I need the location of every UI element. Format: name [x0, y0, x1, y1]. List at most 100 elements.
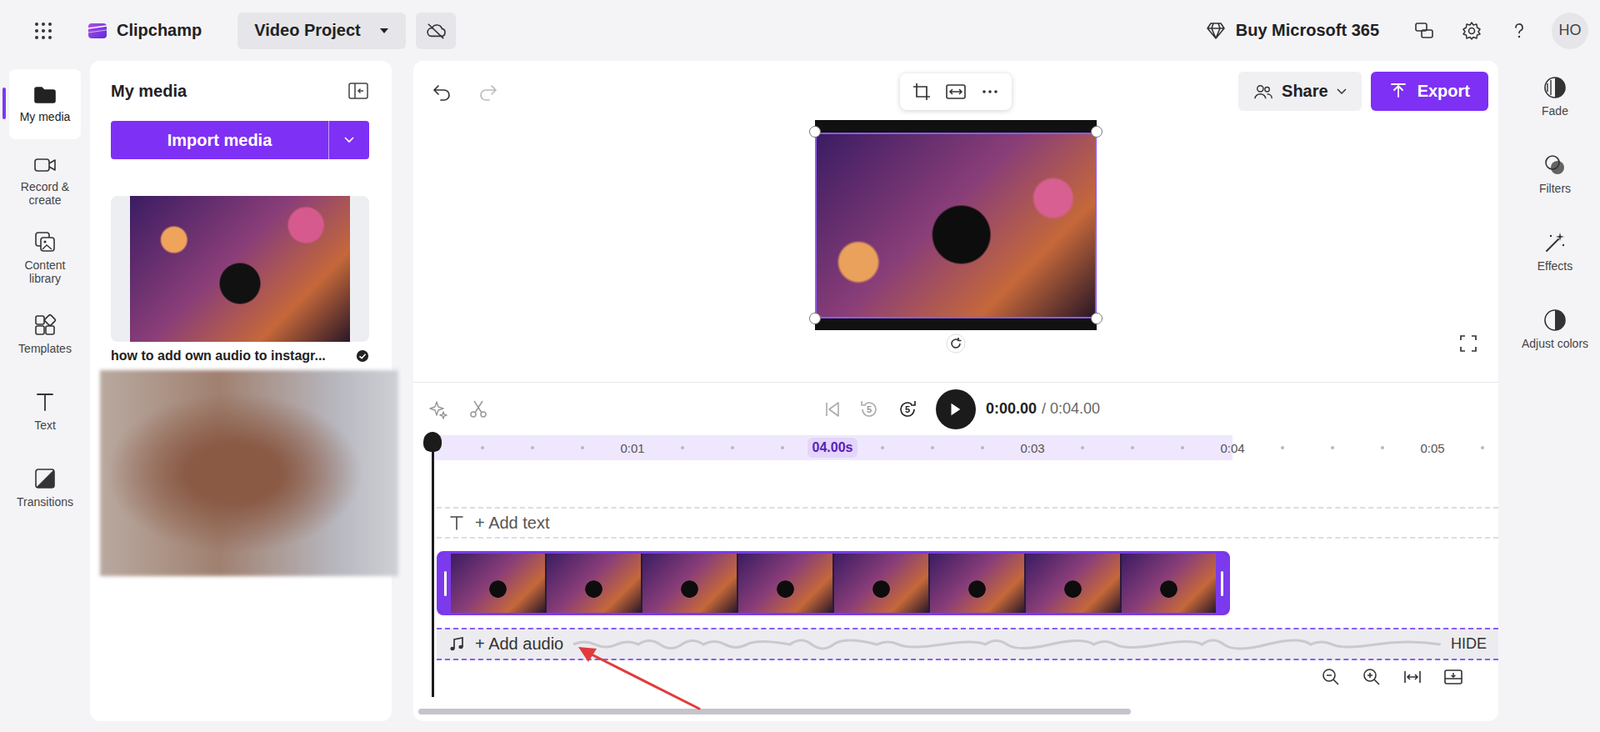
ruler-second: 04.00s: [657, 435, 858, 460]
forward-button[interactable]: 5: [895, 397, 920, 421]
project-name-button[interactable]: Video Project: [237, 12, 405, 50]
timeline-view-icon[interactable]: [1443, 666, 1464, 687]
transitions-icon: [33, 466, 57, 490]
text-t-icon: [448, 514, 465, 531]
audio-track[interactable]: + Add audio HIDE: [436, 627, 1499, 660]
ruler-second: 0:04: [1057, 435, 1258, 460]
add-audio-label[interactable]: + Add audio: [475, 634, 564, 654]
magic-wand-icon: [1543, 230, 1567, 255]
nav-item[interactable]: Templates: [9, 299, 81, 370]
people-icon: [1253, 83, 1274, 100]
playhead[interactable]: [423, 431, 442, 697]
media-thumbnail: [110, 195, 370, 342]
zoom-out-icon[interactable]: [1320, 666, 1341, 687]
timeline: 0:0104.00s0:030:040:05 + Add text + Add au…: [413, 435, 1499, 721]
feedback-button[interactable]: [1405, 12, 1443, 50]
import-media-button[interactable]: Import media: [110, 120, 370, 160]
trim-handle[interactable]: [1215, 553, 1228, 613]
scissors-icon[interactable]: [468, 399, 489, 420]
ruler-dot: [1280, 445, 1285, 450]
cloud-sync-button[interactable]: [415, 12, 456, 50]
horizontal-scrollbar[interactable]: [418, 708, 1131, 715]
media-item[interactable]: how to add own audio to instagr...: [110, 195, 370, 364]
folder-icon: [33, 85, 57, 105]
waveform-placeholder-icon: [573, 634, 1441, 655]
fullscreen-icon[interactable]: [1458, 333, 1479, 354]
ruler-dot: [1480, 445, 1485, 450]
top-bar: Clipchamp Video Project Buy Microsoft 365 H…: [0, 0, 1600, 61]
rewind-button[interactable]: 5: [857, 397, 881, 421]
hide-audio-button[interactable]: HIDE: [1450, 635, 1487, 653]
filters-icon: [1543, 153, 1567, 177]
property-item[interactable]: Effects: [1513, 220, 1597, 299]
stage-toolbar: Share Export: [413, 71, 1499, 111]
play-button[interactable]: [935, 389, 976, 430]
workspace: My media Record & createContent library Te…: [0, 60, 1600, 732]
text-track[interactable]: + Add text: [436, 506, 1499, 539]
blurred-media-preview: [100, 370, 399, 576]
undo-icon[interactable]: [431, 81, 452, 102]
buy-microsoft-365-button[interactable]: Buy Microsoft 365: [1200, 20, 1385, 41]
property-rail: FadeFiltersEffects Adjust colors: [1510, 60, 1600, 721]
nav-item[interactable]: Text: [9, 375, 81, 446]
resize-handle[interactable]: [809, 312, 821, 325]
nav-item[interactable]: Content library: [9, 222, 81, 293]
zoom-in-icon[interactable]: [1361, 666, 1382, 687]
redo-icon[interactable]: [478, 81, 499, 102]
trim-handle[interactable]: [439, 553, 451, 613]
share-export: Share Export: [1011, 71, 1499, 111]
user-avatar[interactable]: HO: [1551, 12, 1589, 50]
duration-badge: 04.00s: [807, 437, 859, 458]
clip-frame: [450, 553, 545, 613]
property-item[interactable]: Adjust colors: [1513, 298, 1597, 376]
play-icon: [947, 401, 963, 417]
resize-handle[interactable]: [809, 125, 821, 138]
magic-sparkle-icon[interactable]: [428, 399, 449, 420]
collapse-panel-icon[interactable]: [347, 81, 370, 100]
resize-handle[interactable]: [1090, 125, 1103, 138]
editor: Share Export 55 0:00.00/ 0:04.00 0:0104.00s0…: [413, 60, 1499, 721]
ruler-dot: [1130, 445, 1135, 450]
question-mark-icon: [1509, 20, 1530, 41]
nav-item[interactable]: My media: [9, 69, 81, 140]
ruler-second: 0:05: [1257, 435, 1458, 460]
rotate-icon[interactable]: [945, 333, 966, 354]
timeline-tools: [413, 399, 489, 420]
app-launcher-icon[interactable]: [33, 20, 54, 41]
time-ruler[interactable]: 0:0104.00s0:030:040:05: [432, 435, 1499, 460]
clip-frame: [930, 553, 1025, 613]
content-library-icon: [33, 230, 57, 254]
music-note-icon: [448, 635, 465, 653]
export-button[interactable]: Export: [1370, 71, 1489, 111]
add-text-label[interactable]: + Add text: [475, 513, 550, 533]
property-item[interactable]: Fade: [1513, 65, 1597, 144]
video-camera-icon: [33, 155, 57, 175]
share-button[interactable]: Share: [1238, 71, 1362, 111]
video-clip[interactable]: [436, 550, 1230, 615]
playback-time: 0:00.00/ 0:04.00: [975, 400, 1499, 418]
nav-label: Templates: [18, 341, 72, 355]
fit-icon[interactable]: [945, 82, 967, 101]
property-item[interactable]: Filters: [1513, 143, 1597, 221]
ruler-dot: [730, 445, 735, 450]
crop-icon[interactable]: [911, 81, 932, 102]
fit-timeline-icon[interactable]: [1402, 666, 1423, 687]
import-media-label: Import media: [110, 120, 329, 160]
more-options-icon[interactable]: [980, 81, 1000, 102]
help-button[interactable]: [1500, 12, 1538, 50]
property-label: Adjust colors: [1521, 336, 1589, 350]
import-options-button[interactable]: [328, 120, 370, 160]
nav-item[interactable]: Record & create: [9, 145, 81, 216]
share-label: Share: [1281, 81, 1329, 101]
nav-label: My media: [20, 110, 71, 124]
brand[interactable]: Clipchamp: [86, 20, 202, 42]
chevron-down-icon: [1336, 88, 1347, 95]
ruler-dot: [680, 445, 685, 450]
resize-handle[interactable]: [1090, 312, 1103, 325]
thumbnail-image: [130, 195, 350, 342]
settings-button[interactable]: [1453, 12, 1490, 50]
nav-item[interactable]: Transitions: [9, 452, 81, 523]
skip-to-start-icon[interactable]: [822, 399, 843, 420]
preview-frame[interactable]: [815, 132, 1097, 319]
video-preview[interactable]: [815, 120, 1097, 330]
